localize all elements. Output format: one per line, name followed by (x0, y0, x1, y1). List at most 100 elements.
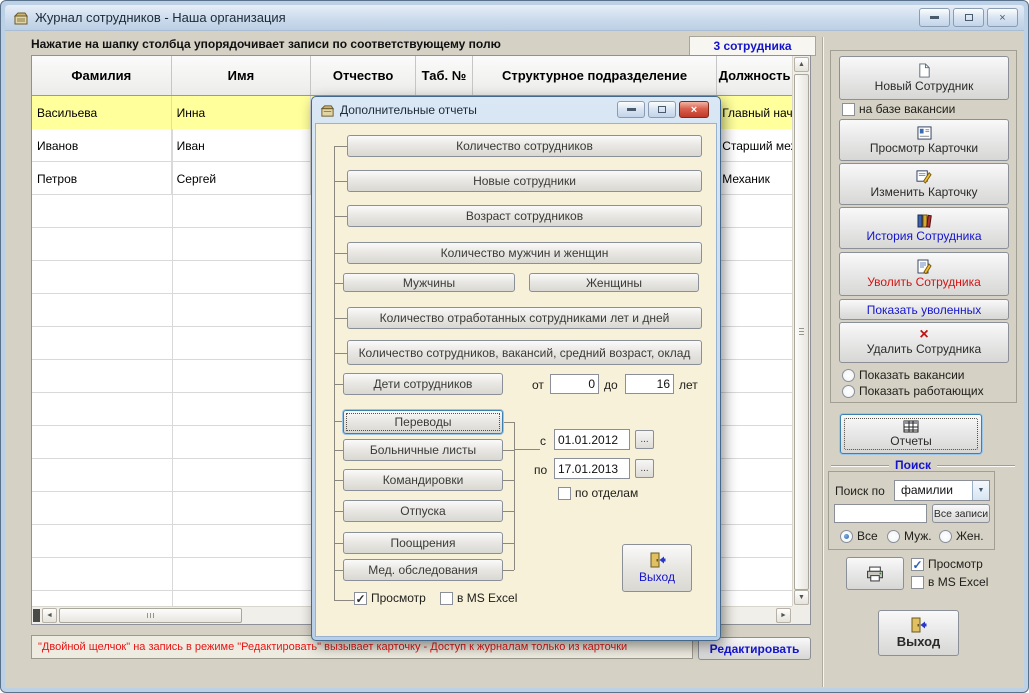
report-years-worked-button[interactable]: Количество отработанных сотрудниками лет… (347, 307, 702, 329)
dialog-excel-checkbox[interactable] (440, 592, 453, 605)
date-from-browse-button[interactable]: ... (635, 430, 654, 449)
new-employee-button[interactable]: Новый Сотрудник (839, 56, 1009, 100)
edit-card-button[interactable]: Изменить Карточку (839, 163, 1009, 205)
report-transfers-button[interactable]: Переводы (343, 410, 503, 434)
tree-line (334, 421, 343, 422)
scroll-up-button[interactable]: ▲ (794, 57, 809, 72)
dialog-restore-button[interactable] (648, 101, 676, 118)
horizontal-scroll-thumb[interactable] (59, 608, 242, 623)
new-employee-label: Новый Сотрудник (874, 79, 974, 93)
preview-checkbox[interactable]: ✓ (911, 558, 924, 571)
scroll-grip (799, 328, 804, 336)
column-header-tabno[interactable]: Таб. № (416, 56, 473, 95)
report-summary-button[interactable]: Количество сотрудников, вакансий, средни… (347, 340, 702, 365)
column-header-lastname[interactable]: Фамилия (32, 56, 172, 95)
age-to-input[interactable] (625, 374, 674, 394)
scroll-left-button[interactable]: ◄ (42, 608, 57, 623)
reports-button[interactable]: Отчеты (840, 414, 982, 454)
excel-checkbox[interactable] (911, 576, 924, 589)
dialog-exit-button[interactable]: Выход (622, 544, 692, 592)
tree-line (334, 543, 343, 544)
gender-male-radio[interactable] (887, 530, 900, 543)
cell-lastname[interactable]: Иванов (32, 129, 172, 162)
report-sick-leaves-button[interactable]: Больничные листы (343, 439, 503, 461)
dialog-exit-label: Выход (639, 570, 675, 584)
cell-position[interactable]: Старший мех (717, 129, 792, 162)
cell-firstname[interactable]: Инна (172, 96, 312, 129)
minimize-icon (626, 108, 636, 111)
tree-line (334, 353, 347, 354)
restore-button[interactable] (953, 8, 984, 27)
cell-position[interactable]: Механик (717, 162, 792, 195)
search-input[interactable] (834, 504, 927, 523)
date-to-browse-button[interactable]: ... (635, 459, 654, 478)
vacancy-base-label: на базе вакансии (859, 102, 956, 116)
report-men-women-count-button[interactable]: Количество мужчин и женщин (347, 242, 702, 264)
show-working-radio[interactable] (842, 385, 855, 398)
column-header-position[interactable]: Должность (717, 56, 792, 95)
additional-reports-dialog: Дополнительные отчеты × Количество сотру… (311, 96, 721, 641)
delete-employee-button[interactable]: × Удалить Сотрудника (839, 322, 1009, 363)
view-card-button[interactable]: Просмотр Карточки (839, 119, 1009, 161)
report-new-employees-button[interactable]: Новые сотрудники (347, 170, 702, 192)
scroll-down-button[interactable]: ▼ (794, 590, 809, 605)
show-dismissed-button[interactable]: Показать уволенных (839, 299, 1009, 320)
vacancy-base-checkbox[interactable] (842, 103, 855, 116)
employee-history-label: История Сотрудника (866, 229, 982, 243)
by-departments-checkbox[interactable] (558, 487, 571, 500)
dismiss-employee-button[interactable]: Уволить Сотрудника (839, 252, 1009, 296)
report-rewards-button[interactable]: Поощрения (343, 532, 503, 554)
print-button[interactable] (846, 557, 904, 590)
cell-firstname[interactable]: Иван (172, 129, 312, 162)
report-children-button[interactable]: Дети сотрудников (343, 373, 503, 395)
report-medical-exams-button[interactable]: Мед. обследования (343, 559, 503, 581)
dialog-preview-label: Просмотр (371, 591, 426, 605)
cell-firstname[interactable]: Сергей (172, 162, 312, 195)
splitter-handle[interactable] (33, 609, 40, 622)
gender-female-radio[interactable] (939, 530, 952, 543)
dialog-preview-checkbox[interactable]: ✓ (354, 592, 367, 605)
history-books-icon (916, 213, 932, 228)
dialog-minimize-button[interactable] (617, 101, 645, 118)
minimize-icon (930, 16, 939, 19)
all-records-button[interactable]: Все записи (932, 504, 990, 523)
age-years-label: лет (679, 378, 698, 392)
minimize-button[interactable] (919, 8, 950, 27)
show-vacancies-radio[interactable] (842, 369, 855, 382)
cell-lastname[interactable]: Васильева (32, 96, 172, 129)
search-by-dropdown[interactable]: фамилии ▼ (894, 480, 990, 501)
new-page-icon (917, 63, 932, 78)
column-header-department[interactable]: Структурное подразделение (473, 56, 718, 95)
date-from-input[interactable] (554, 429, 630, 450)
preview-label: Просмотр (928, 557, 983, 571)
report-business-trips-button[interactable]: Командировки (343, 469, 503, 491)
report-women-button[interactable]: Женщины (529, 273, 699, 292)
dialog-close-button[interactable]: × (679, 101, 709, 118)
cell-position[interactable]: Главный нач (717, 96, 792, 129)
close-button[interactable]: × (987, 8, 1018, 27)
report-vacations-button[interactable]: Отпуска (343, 500, 503, 522)
report-men-button[interactable]: Мужчины (343, 273, 515, 292)
show-vacancies-label: Показать вакансии (859, 368, 965, 382)
tree-line (503, 480, 514, 481)
view-card-icon (917, 125, 932, 140)
dropdown-arrow-icon[interactable]: ▼ (972, 481, 989, 500)
age-from-input[interactable] (550, 374, 599, 394)
employee-history-button[interactable]: История Сотрудника (839, 207, 1009, 249)
exit-button[interactable]: Выход (878, 610, 959, 656)
column-header-firstname[interactable]: Имя (172, 56, 312, 95)
column-header-middlename[interactable]: Отчество (311, 56, 416, 95)
cell-lastname[interactable]: Петров (32, 162, 172, 195)
vertical-scrollbar[interactable]: ▲ ▼ (792, 56, 810, 606)
report-employee-age-button[interactable]: Возраст сотрудников (347, 205, 702, 227)
gender-all-radio[interactable] (840, 530, 853, 543)
search-group-label: Поиск (889, 458, 938, 472)
scroll-left-icon: ◄ (46, 612, 53, 619)
report-employee-count-button[interactable]: Количество сотрудников (347, 135, 702, 157)
scroll-right-button[interactable]: ► (776, 608, 791, 623)
date-to-label: по (534, 463, 548, 477)
vertical-scroll-thumb[interactable] (794, 74, 809, 590)
date-to-input[interactable] (554, 458, 630, 479)
scrollbar-corner (792, 606, 810, 624)
tree-line (334, 600, 354, 601)
